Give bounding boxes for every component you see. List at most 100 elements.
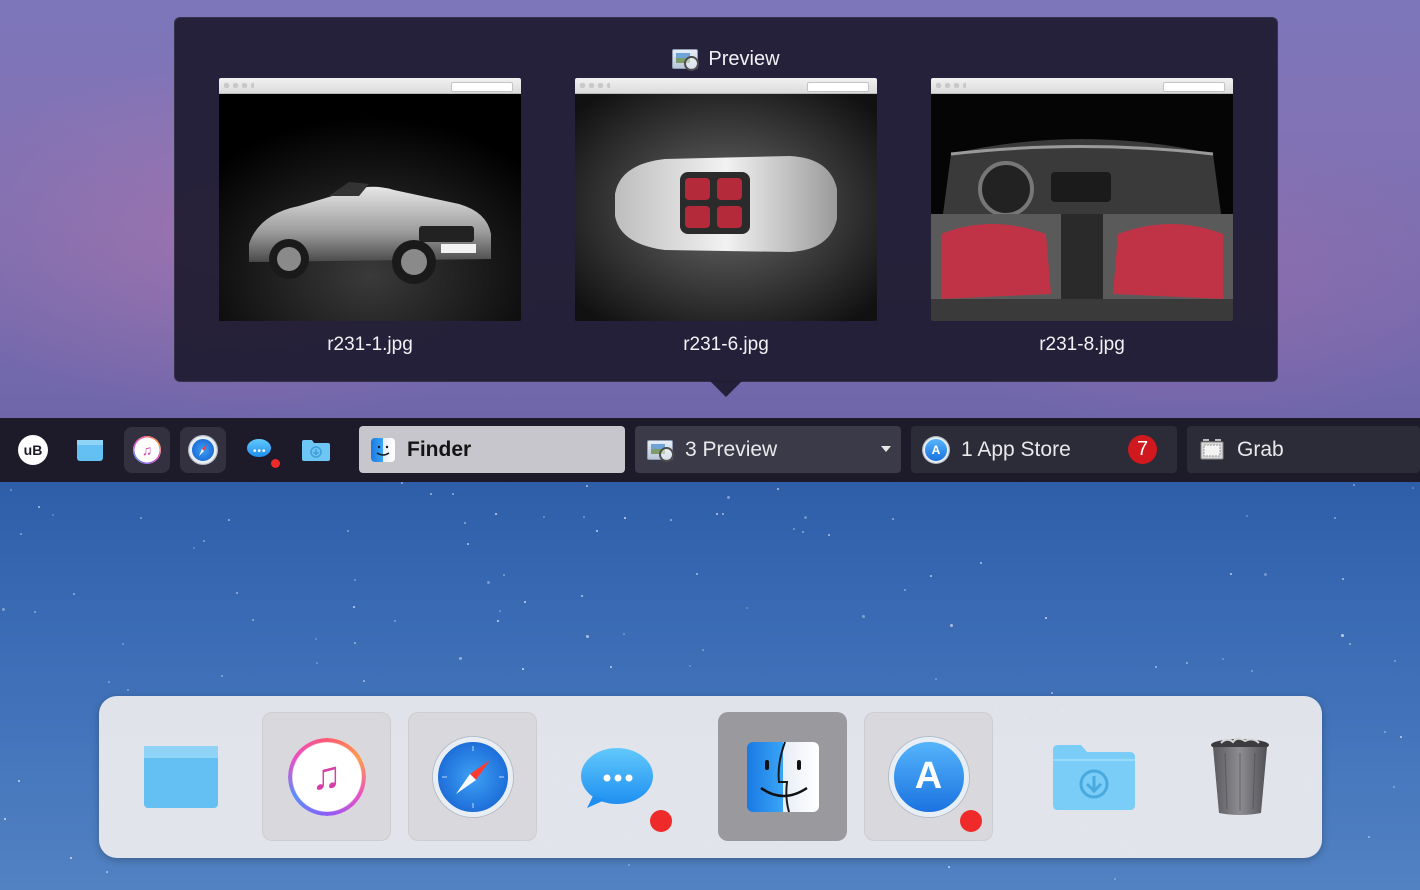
star [1222, 658, 1224, 660]
star [610, 666, 612, 668]
star [228, 519, 230, 521]
dock-item-window[interactable] [116, 712, 245, 841]
window-thumbnail-label-3: r231-8.jpg [1039, 334, 1125, 355]
itunes-icon[interactable]: ♫ [124, 427, 170, 473]
star [793, 528, 795, 530]
star [1400, 736, 1402, 738]
star [487, 581, 490, 584]
app-store-icon: A [923, 436, 949, 463]
star [543, 516, 545, 518]
notification-dot [960, 810, 982, 832]
star [363, 680, 365, 682]
dock: ♫ A [99, 696, 1322, 858]
star [430, 493, 432, 495]
star [828, 534, 830, 536]
star [353, 606, 355, 608]
dock-item-trash[interactable] [1175, 712, 1304, 841]
finder-icon [371, 437, 395, 462]
messages-icon [579, 742, 659, 812]
notification-badge: 7 [1128, 435, 1157, 464]
star [689, 665, 691, 667]
star [193, 547, 195, 549]
star [623, 633, 625, 635]
star [1394, 660, 1396, 662]
window-thumbnail-label-2: r231-6.jpg [683, 334, 769, 355]
star [70, 857, 72, 859]
window-icon [143, 745, 218, 808]
star [892, 518, 894, 520]
car-photo-top [575, 94, 877, 321]
star [73, 593, 75, 595]
popover-title: Preview [708, 47, 780, 70]
dock-item-downloads[interactable] [1029, 712, 1158, 841]
dock-item-finder[interactable] [718, 712, 847, 841]
star [499, 610, 501, 612]
ublock-icon[interactable]: uB [10, 427, 56, 473]
star [1045, 617, 1047, 619]
taskbar-app-app-store[interactable]: A 1 App Store 7 [911, 426, 1177, 473]
window-titlebar [219, 78, 521, 94]
star [459, 657, 462, 660]
notification-dot [650, 810, 672, 832]
notification-dot [271, 459, 280, 468]
star [34, 611, 36, 613]
dock-item-safari[interactable] [408, 712, 537, 841]
star [52, 514, 54, 516]
grab-icon [1200, 438, 1224, 459]
star [1384, 731, 1386, 733]
star [524, 601, 526, 603]
window-thumbnail-2[interactable] [575, 78, 877, 321]
taskbar-app-grab[interactable]: Grab [1187, 426, 1420, 473]
safari-icon[interactable] [180, 427, 226, 473]
star [1393, 786, 1395, 788]
star [18, 780, 20, 782]
star [1342, 578, 1344, 580]
star [203, 540, 205, 542]
star [1264, 573, 1267, 576]
messages-icon[interactable]: ••• [237, 427, 283, 473]
star [930, 575, 932, 577]
window-icon[interactable] [67, 427, 113, 473]
star [464, 522, 466, 524]
star [522, 668, 524, 670]
taskbar-app-finder[interactable]: Finder [359, 426, 625, 473]
star [316, 662, 318, 664]
dock-item-app-store[interactable]: A [864, 712, 993, 841]
star [670, 519, 672, 521]
preview-windows-popover: Preview r231-1.jpg r231-6.jpg r231-8.jpg [174, 17, 1278, 382]
downloads-folder-icon[interactable] [293, 427, 339, 473]
window-titlebar [931, 78, 1233, 94]
star [1334, 517, 1336, 519]
dock-item-itunes[interactable]: ♫ [262, 712, 391, 841]
star [315, 638, 317, 640]
star [20, 533, 22, 535]
star [236, 592, 238, 594]
star [2, 608, 5, 611]
window-thumbnail-label-1: r231-1.jpg [327, 334, 413, 355]
popover-arrow [710, 381, 742, 397]
star [503, 574, 505, 576]
star [586, 635, 589, 638]
taskbar-app-label: 3 Preview [685, 437, 778, 461]
star [1114, 878, 1116, 880]
star [716, 513, 718, 515]
star [802, 531, 804, 533]
finder-icon [746, 741, 819, 812]
dropdown-caret-icon[interactable] [881, 446, 891, 452]
window-thumbnail-1[interactable] [219, 78, 521, 321]
star [1353, 484, 1355, 486]
star [1051, 692, 1053, 694]
window-thumbnail-3[interactable] [931, 78, 1233, 321]
trash-icon [1210, 737, 1269, 815]
ublock-text: uB [18, 435, 48, 465]
star [696, 573, 698, 575]
taskbar-app-label: Grab [1237, 437, 1284, 461]
dock-item-messages[interactable] [554, 712, 683, 841]
taskbar-app-label: Finder [407, 437, 472, 461]
taskbar-app-preview[interactable]: 3 Preview [635, 426, 901, 473]
star [252, 619, 254, 621]
preview-icon [647, 439, 674, 462]
star [1368, 836, 1370, 838]
star [935, 678, 937, 680]
star [777, 488, 779, 490]
